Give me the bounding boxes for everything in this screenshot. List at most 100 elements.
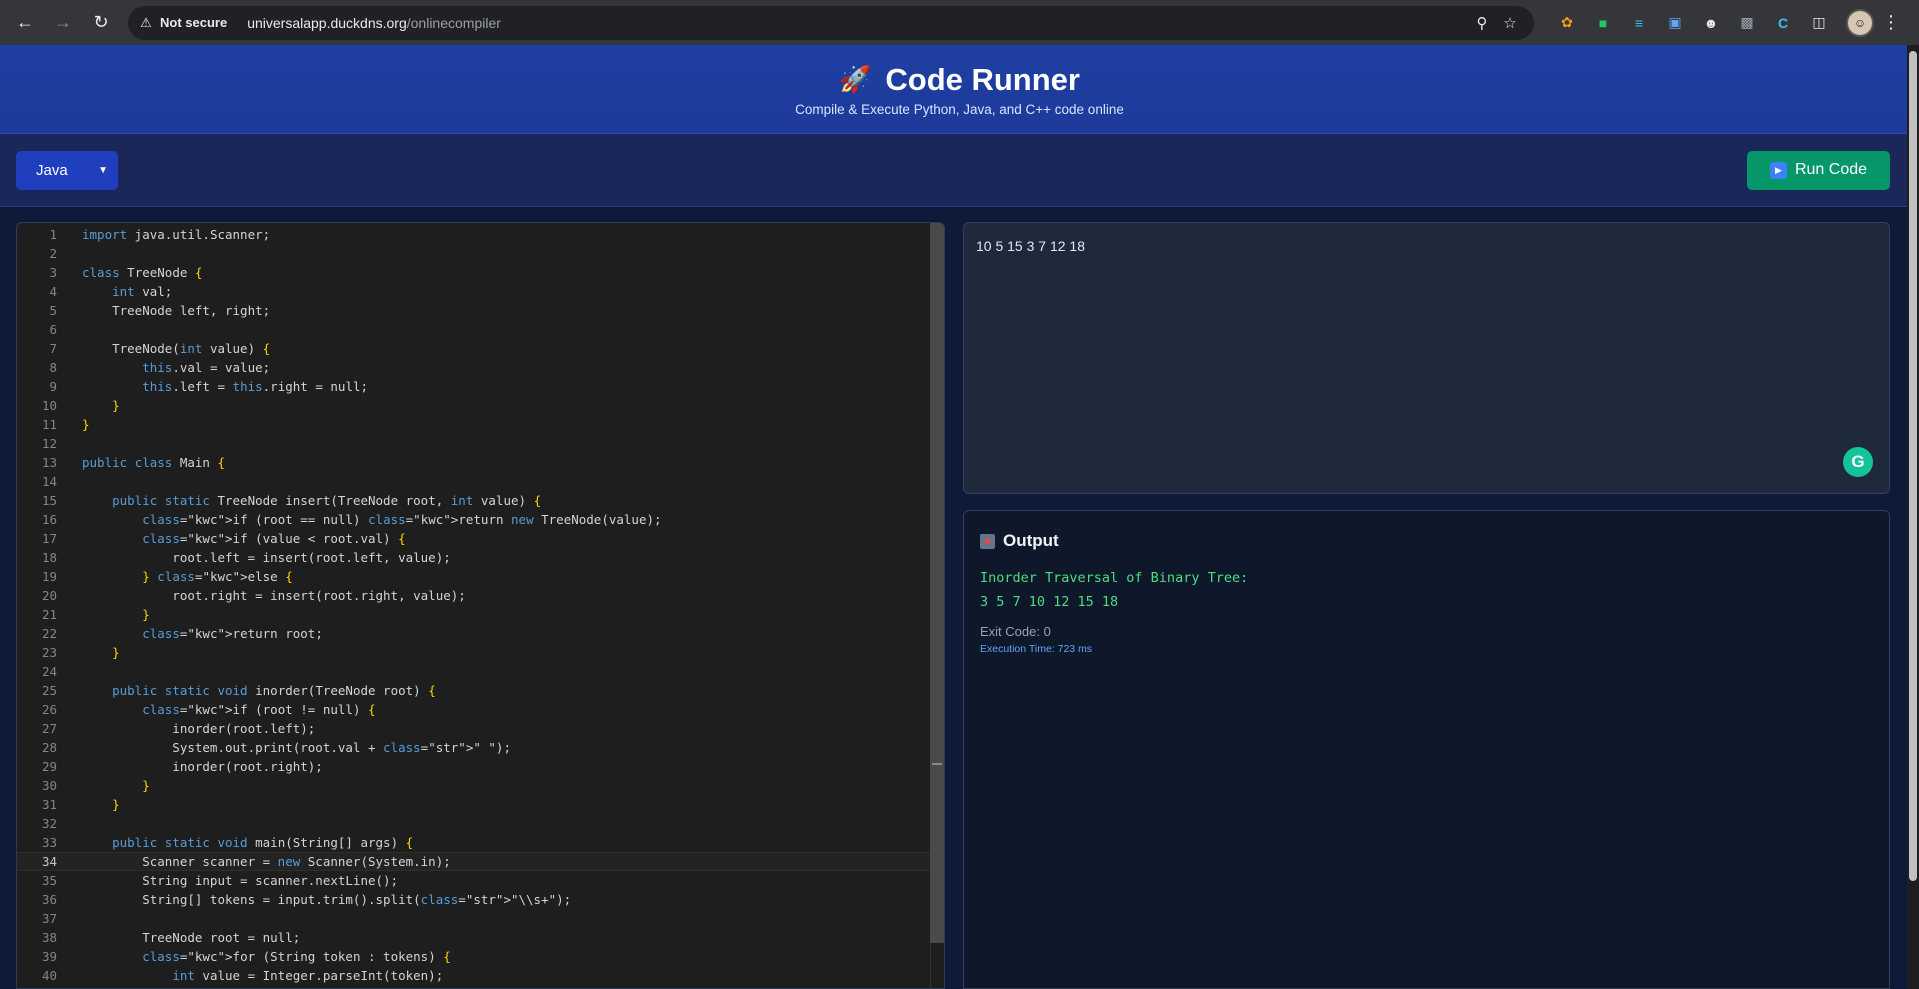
run-code-button[interactable]: ▶ Run Code (1747, 150, 1890, 190)
code-line[interactable]: 6 (17, 320, 944, 339)
code-line[interactable]: 33 public static void main(String[] args… (17, 833, 944, 852)
rocket-icon: 🚀 (839, 64, 872, 94)
editor-scrollbar-thumb[interactable] (930, 223, 944, 943)
code-line[interactable]: 31 } (17, 795, 944, 814)
code-line[interactable]: 40 int value = Integer.parseInt(token); (17, 966, 944, 985)
code-line[interactable]: 14 (17, 472, 944, 491)
page-scrollbar-thumb[interactable] (1909, 51, 1917, 881)
profile-avatar[interactable]: ☺ (1846, 8, 1874, 37)
code-text: } (142, 607, 150, 622)
scrollbar-cursor-marker (932, 763, 942, 765)
not-secure-label[interactable]: Not secure (160, 15, 237, 30)
code-text: } (112, 398, 120, 413)
line-number: 27 (41, 721, 57, 736)
code-text: public static TreeNode insert(TreeNode r… (112, 493, 542, 508)
extensions-row: ✿ ■ ≡ ▣ ☻ ▩ C ◫ (1552, 8, 1834, 38)
code-line[interactable]: 22 class="kwc">return root; (17, 624, 944, 643)
translate-extension-icon[interactable]: ▣ (1660, 8, 1690, 38)
code-line[interactable]: 37 (17, 909, 944, 928)
code-line[interactable]: 24 (17, 662, 944, 681)
code-line[interactable]: 8 this.val = value; (17, 358, 944, 377)
code-line[interactable]: 29 inorder(root.right); (17, 757, 944, 776)
code-text: public static void main(String[] args) { (112, 835, 414, 850)
code-line[interactable]: 38 TreeNode root = null; (17, 928, 944, 947)
address-bar[interactable]: ⚠ Not secure universalapp.duckdns.org/on… (128, 5, 1534, 40)
code-line[interactable]: 25 public static void inorder(TreeNode r… (17, 681, 944, 700)
robot-extension-icon[interactable]: ☻ (1696, 8, 1726, 38)
code-line[interactable]: 27 inorder(root.left); (17, 719, 944, 738)
code-text: class="kwc">if (root == null) class="kwc… (142, 512, 662, 527)
code-line[interactable]: 23 } (17, 643, 944, 662)
code-line[interactable]: 11} (17, 415, 944, 434)
editor-scrollbar[interactable] (930, 223, 944, 988)
output-line: 3 5 7 10 12 15 18 (980, 594, 1119, 610)
c-extension-icon[interactable]: C (1768, 8, 1798, 38)
code-line[interactable]: 28 System.out.print(root.val + class="st… (17, 738, 944, 757)
code-line[interactable]: 21 } (17, 605, 944, 624)
line-number: 25 (41, 683, 57, 698)
code-text: } (112, 797, 120, 812)
code-line[interactable]: 26 class="kwc">if (root != null) { (17, 700, 944, 719)
code-line[interactable]: 35 String input = scanner.nextLine(); (17, 871, 944, 890)
code-text: String[] tokens = input.trim().split(cla… (82, 892, 572, 907)
code-line[interactable]: 15 public static TreeNode insert(TreeNod… (17, 491, 944, 510)
line-number: 18 (41, 550, 57, 565)
language-select-value: Java (36, 161, 68, 179)
forward-icon[interactable]: → (46, 6, 80, 40)
page-title: 🚀 Code Runner (839, 62, 1080, 98)
cookie-extension-icon[interactable]: ✿ (1552, 8, 1582, 38)
code-line[interactable]: 1 import java.util.Scanner; (17, 225, 944, 244)
code-text: class="kwc">if (value < root.val) { (142, 531, 406, 546)
warning-icon: ⚠ (140, 14, 152, 30)
code-text: } (82, 417, 90, 432)
code-line[interactable]: 5 TreeNode left, right; (17, 301, 944, 320)
line-number: 11 (41, 417, 57, 432)
code-line[interactable]: 34 Scanner scanner = new Scanner(System.… (17, 852, 944, 871)
line-number: 21 (41, 607, 57, 622)
puzzle-extensions-icon[interactable]: ◫ (1804, 8, 1834, 38)
code-text: class="kwc">if (root != null) { (142, 702, 376, 717)
code-line[interactable]: 18 root.left = insert(root.left, value); (17, 548, 944, 567)
stdin-value: 10 5 15 3 7 12 18 (976, 238, 1085, 254)
code-editor[interactable]: 1 import java.util.Scanner; 2 3 class TreeNo… (16, 222, 945, 989)
code-line[interactable]: 3 class TreeNode { (17, 263, 944, 282)
browser-toolbar: ← → ↻ ⚠ Not secure universalapp.duckdns.… (0, 0, 1919, 45)
back-icon[interactable]: ← (8, 6, 42, 40)
page-scrollbar[interactable] (1907, 45, 1919, 989)
browser-menu-icon[interactable]: ⋮ (1878, 12, 1904, 33)
code-line[interactable]: 19 } class="kwc">else { (17, 567, 944, 586)
reload-icon[interactable]: ↻ (84, 6, 118, 40)
bookmark-star-icon[interactable]: ☆ (1496, 14, 1524, 32)
language-select[interactable]: Java ▼ (16, 150, 118, 190)
output-panel: ■ Output Inorder Traversal of Binary Tre… (963, 510, 1890, 989)
zoom-icon[interactable]: ⚲ (1468, 14, 1496, 32)
code-line[interactable]: 13 public class Main { (17, 453, 944, 472)
code-text: System.out.print(root.val + class="str">… (82, 740, 511, 755)
code-line[interactable]: 9 this.left = this.right = null; (17, 377, 944, 396)
code-line[interactable]: 32 (17, 814, 944, 833)
code-line[interactable]: 36 String[] tokens = input.trim().split(… (17, 890, 944, 909)
grammarly-icon[interactable]: G (1843, 447, 1873, 477)
code-line[interactable]: 30 } (17, 776, 944, 795)
sliders-extension-icon[interactable]: ≡ (1624, 8, 1654, 38)
code-line[interactable]: 2 (17, 244, 944, 263)
code-lines: 1 import java.util.Scanner; 2 3 class TreeNo… (17, 225, 944, 985)
code-line[interactable]: 12 (17, 434, 944, 453)
code-line[interactable]: 10 } (17, 396, 944, 415)
code-text: TreeNode root = null; (82, 930, 301, 945)
code-text: Scanner scanner = new Scanner(System.in)… (82, 854, 451, 869)
code-line[interactable]: 39 class="kwc">for (String token : token… (17, 947, 944, 966)
code-text: root.left = insert(root.left, value); (82, 550, 451, 565)
code-line[interactable]: 7 TreeNode(int value) { (17, 339, 944, 358)
code-line[interactable]: 4 int val; (17, 282, 944, 301)
tabs-extension-icon[interactable]: ▩ (1732, 8, 1762, 38)
line-number: 34 (41, 854, 57, 869)
code-line[interactable]: 17 class="kwc">if (value < root.val) { (17, 529, 944, 548)
stdin-input[interactable]: 10 5 15 3 7 12 18 G (963, 222, 1890, 494)
code-line[interactable]: 16 class="kwc">if (root == null) class="… (17, 510, 944, 529)
line-number: 16 (41, 512, 57, 527)
code-text: int value = Integer.parseInt(token); (172, 968, 444, 983)
line-number: 24 (41, 664, 57, 679)
code-line[interactable]: 20 root.right = insert(root.right, value… (17, 586, 944, 605)
folder-extension-icon[interactable]: ■ (1588, 8, 1618, 38)
